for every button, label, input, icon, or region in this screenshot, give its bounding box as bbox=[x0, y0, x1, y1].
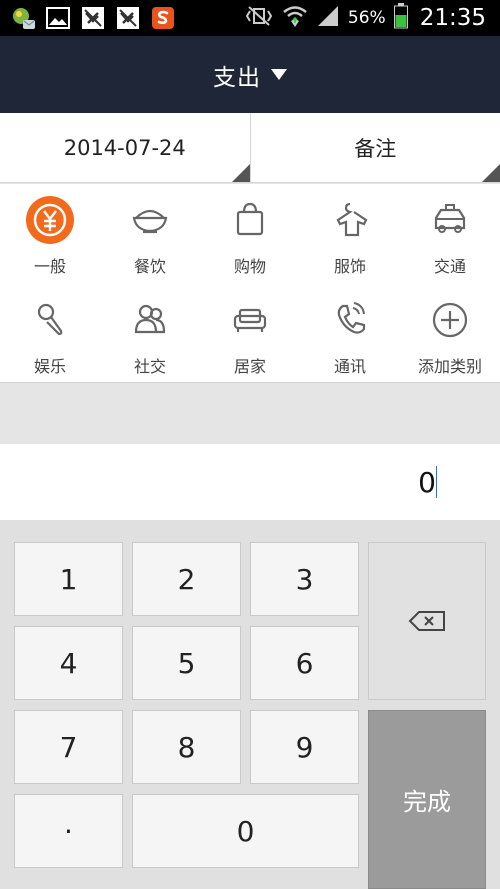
info-row: 2014-07-24 备注 bbox=[0, 113, 500, 183]
wifi-icon bbox=[282, 3, 308, 33]
muted-app-icon bbox=[80, 5, 106, 31]
key-4[interactable]: 4 bbox=[14, 626, 123, 700]
done-button[interactable]: 完成 bbox=[368, 710, 486, 889]
yen-icon bbox=[26, 196, 74, 244]
cloud-weather-icon bbox=[10, 5, 36, 31]
category-social[interactable]: 社交 bbox=[100, 284, 200, 384]
amount-field[interactable]: 0 bbox=[0, 444, 500, 520]
key-2[interactable]: 2 bbox=[132, 542, 241, 616]
key-1[interactable]: 1 bbox=[14, 542, 123, 616]
corner-triangle-icon bbox=[231, 164, 250, 182]
type-selector[interactable]: 支出 bbox=[0, 36, 500, 113]
vibrate-mute-icon bbox=[244, 4, 274, 32]
phone-icon bbox=[326, 296, 374, 344]
category-label: 服饰 bbox=[333, 257, 366, 276]
add-circle-icon bbox=[426, 296, 474, 344]
category-label: 餐饮 bbox=[133, 257, 166, 276]
gallery-icon bbox=[45, 5, 71, 31]
system-status: 56% 21:35 bbox=[244, 3, 486, 33]
key-7[interactable]: 7 bbox=[14, 710, 123, 784]
page-title: 支出 bbox=[213, 64, 261, 91]
taxi-icon bbox=[426, 196, 474, 244]
category-dining[interactable]: 餐饮 bbox=[100, 184, 200, 284]
category-home[interactable]: 居家 bbox=[200, 284, 300, 384]
status-bar: 56% 21:35 bbox=[0, 0, 500, 36]
category-label: 添加类别 bbox=[417, 357, 482, 376]
category-label: 社交 bbox=[133, 357, 166, 376]
backspace-icon bbox=[408, 611, 445, 631]
category-shopping[interactable]: 购物 bbox=[200, 184, 300, 284]
numeric-keypad: 1 2 3 4 5 6 7 8 9 完成 · 0 bbox=[0, 520, 500, 889]
notification-icons bbox=[10, 5, 176, 31]
key-dot[interactable]: · bbox=[14, 794, 123, 868]
category-label: 交通 bbox=[433, 257, 466, 276]
category-entertainment[interactable]: 娱乐 bbox=[0, 284, 100, 384]
key-9[interactable]: 9 bbox=[250, 710, 359, 784]
sogou-icon bbox=[150, 5, 176, 31]
category-general[interactable]: 一般 bbox=[0, 184, 100, 284]
category-label: 购物 bbox=[233, 257, 266, 276]
shirt-icon bbox=[326, 196, 374, 244]
battery-percent: 56% bbox=[347, 8, 386, 28]
key-3[interactable]: 3 bbox=[250, 542, 359, 616]
amount-value: 0 bbox=[418, 466, 436, 499]
date-field[interactable]: 2014-07-24 bbox=[0, 113, 250, 182]
people-icon bbox=[126, 296, 174, 344]
key-0[interactable]: 0 bbox=[132, 794, 359, 868]
corner-triangle-icon bbox=[482, 164, 500, 182]
category-telecom[interactable]: 通讯 bbox=[300, 284, 400, 384]
key-6[interactable]: 6 bbox=[250, 626, 359, 700]
note-field[interactable]: 备注 bbox=[249, 113, 500, 182]
key-5[interactable]: 5 bbox=[132, 626, 241, 700]
text-cursor bbox=[436, 466, 437, 498]
category-transport[interactable]: 交通 bbox=[400, 184, 500, 284]
category-label: 居家 bbox=[233, 357, 266, 376]
key-8[interactable]: 8 bbox=[132, 710, 241, 784]
category-label: 一般 bbox=[33, 257, 66, 276]
muted-app-icon bbox=[115, 5, 141, 31]
category-add[interactable]: 添加类别 bbox=[400, 284, 500, 384]
backspace-button[interactable] bbox=[368, 542, 486, 700]
shopping-bag-icon bbox=[226, 196, 274, 244]
category-label: 娱乐 bbox=[33, 357, 66, 376]
microphone-icon bbox=[26, 296, 74, 344]
signal-icon bbox=[316, 4, 340, 32]
rice-bowl-icon bbox=[126, 196, 174, 244]
date-value: 2014-07-24 bbox=[63, 135, 186, 160]
battery-icon bbox=[393, 3, 408, 33]
caret-down-icon bbox=[271, 69, 287, 80]
category-clothing[interactable]: 服饰 bbox=[300, 184, 400, 284]
sofa-icon bbox=[226, 296, 274, 344]
note-label: 备注 bbox=[354, 136, 397, 161]
category-grid: 一般 餐饮 购物 服饰 交通 娱乐 社交 居家 通讯 添加类别 bbox=[0, 184, 500, 383]
clock: 21:35 bbox=[419, 5, 486, 31]
category-label: 通讯 bbox=[333, 357, 366, 376]
